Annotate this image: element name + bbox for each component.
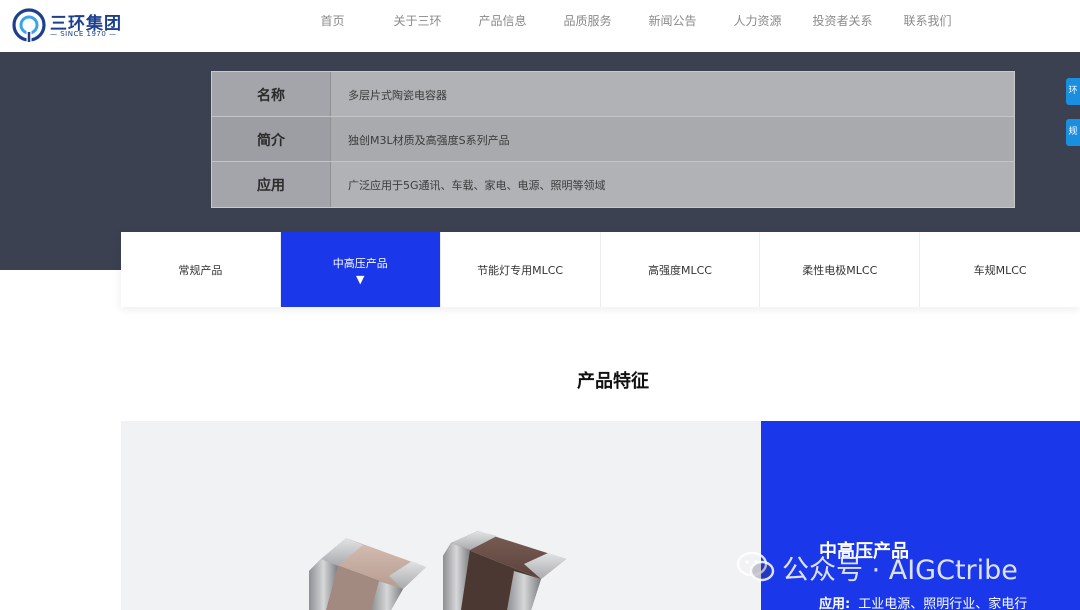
info-label: 名称 (212, 72, 331, 117)
watermark-text: 公众号 · AIGCtribe (782, 554, 1018, 586)
tab-label: 柔性电极MLCC (802, 263, 878, 277)
tab-high-strength-mlcc[interactable]: 高强度MLCC (600, 232, 761, 307)
application-label: 应用: (819, 597, 851, 610)
tab-regular-products[interactable]: 常规产品 (121, 232, 281, 307)
nav-item-quality[interactable]: 品质服务 (545, 0, 630, 44)
tab-energy-saving-lamp-mlcc[interactable]: 节能灯专用MLCC (440, 232, 601, 307)
tab-label: 节能灯专用MLCC (477, 263, 564, 277)
nav-item-about[interactable]: 关于三环 (375, 0, 460, 44)
site-header: 三环集团 — SINCE 1970 — 首页 关于三环 产品信息 品质服务 新闻… (0, 0, 1080, 52)
tab-automotive-mlcc[interactable]: 车规MLCC (920, 232, 1080, 307)
tab-mid-high-voltage[interactable]: 中高压产品 ▼ (280, 232, 441, 307)
main-nav: 首页 关于三环 产品信息 品质服务 新闻公告 人力资源 投资者关系 联系我们 (290, 0, 970, 44)
tab-label: 高强度MLCC (647, 263, 712, 277)
info-row-application: 应用 广泛应用于5G通讯、车载、家电、电源、照明等领域 (212, 162, 1014, 207)
nav-item-home[interactable]: 首页 (290, 0, 375, 44)
side-float-tab-1[interactable]: 环 (1066, 78, 1080, 105)
nav-item-hr[interactable]: 人力资源 (715, 0, 800, 44)
company-logo[interactable]: 三环集团 — SINCE 1970 — (12, 6, 122, 46)
tab-label: 中高压产品 (332, 256, 388, 270)
caret-down-icon: ▼ (356, 272, 365, 286)
tab-flexible-electrode-mlcc[interactable]: 柔性电极MLCC (760, 232, 921, 307)
info-label: 简介 (212, 117, 331, 162)
info-label: 应用 (212, 162, 331, 207)
capacitor-chip-light (309, 538, 426, 610)
application-value: 工业电源、照明行业、家电行 (858, 597, 1028, 610)
nav-item-contact[interactable]: 联系我们 (885, 0, 970, 44)
tab-label: 常规产品 (178, 263, 223, 277)
info-value: 广泛应用于5G通讯、车载、家电、电源、照明等领域 (331, 162, 1014, 207)
capacitor-chip-dark (443, 531, 566, 610)
feature-application: 应用: 工业电源、照明行业、家电行 (819, 593, 1027, 610)
nav-item-news[interactable]: 新闻公告 (630, 0, 715, 44)
section-title: 产品特征 (577, 371, 649, 392)
capacitor-chips-image (309, 531, 566, 610)
product-image-area (121, 421, 761, 610)
side-float-tab-2[interactable]: 规 (1066, 119, 1080, 146)
info-value: 独创M3L材质及高强度S系列产品 (331, 117, 1014, 162)
product-info-table: 名称 多层片式陶瓷电容器 简介 独创M3L材质及高强度S系列产品 应用 广泛应用… (211, 71, 1015, 208)
nav-item-investors[interactable]: 投资者关系 (800, 0, 885, 44)
wechat-icon (736, 551, 775, 582)
nav-item-products[interactable]: 产品信息 (460, 0, 545, 44)
info-row-intro: 简介 独创M3L材质及高强度S系列产品 (212, 117, 1014, 162)
info-row-name: 名称 多层片式陶瓷电容器 (212, 72, 1014, 117)
wechat-watermark: 公众号 · AIGCtribe (736, 549, 1018, 586)
logo-subtitle: — SINCE 1970 — (50, 30, 117, 38)
logo-mark-icon (12, 8, 46, 42)
info-value: 多层片式陶瓷电容器 (331, 72, 1014, 117)
tab-label: 车规MLCC (973, 263, 1027, 277)
product-category-tabs: 常规产品 中高压产品 ▼ 节能灯专用MLCC 高强度MLCC 柔性电极MLCC … (121, 232, 1080, 307)
